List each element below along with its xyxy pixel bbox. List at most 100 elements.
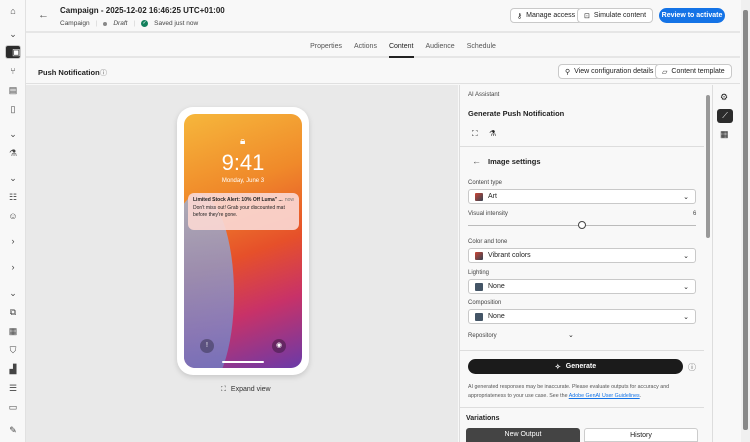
chevron-down-icon[interactable]: ⌄ [7,128,19,140]
review-to-activate-button[interactable]: Review to activate [659,8,725,23]
history-tab[interactable]: History [584,428,698,442]
image-settings-title: Image settings [488,157,541,166]
push-notification-card[interactable]: Limited Stock Alert: 10% Off Luma" ... no… [188,193,299,230]
list-icon[interactable]: ☰ [7,382,19,394]
info-icon[interactable]: ⓘ [100,68,107,78]
simulate-icon: ⊡ [584,12,590,20]
tab-actions[interactable]: Actions [354,36,377,58]
flask-icon[interactable]: ⚗ [489,129,496,138]
document-icon[interactable]: ▯ [7,103,19,115]
expand-icon: ⛶ [221,386,226,393]
content-type-select[interactable]: Art ⌄ [468,189,696,204]
phone-screen: 🔒︎ 9:41 Monday, June 3 Limited Stock Ale… [184,114,302,368]
subheader: Push Notification ⓘ ⚲ View configuration … [26,60,740,84]
back-arrow-icon[interactable]: ← [38,9,49,21]
scrollbar-thumb[interactable] [706,95,710,238]
config-icon: ⚲ [565,68,571,76]
flask-icon[interactable]: ⚗ [7,147,19,159]
page-scrollbar[interactable] [741,0,750,442]
color-tone-label: Color and tone [468,239,508,245]
panel-scrollbar[interactable] [704,85,712,442]
status-dot-icon [103,21,108,26]
notification-body: Don't miss out! Grab your discounted mat… [193,204,285,219]
key-icon: ⚷ [517,12,523,20]
section-title: Push Notification [38,68,100,77]
profile-icon[interactable]: ☺ [7,210,19,222]
magic-wand-icon: ✧ [554,363,561,371]
guidelines-link[interactable]: Adobe GenAI User Guidelines [569,393,640,399]
repository-label: Repository [468,333,497,339]
chevron-down-icon[interactable]: ⌄ [7,172,19,184]
composition-thumbnail-icon [475,312,483,321]
repository-chevron-icon[interactable]: ⌄ [568,331,574,339]
notification-title: Limited Stock Alert: 10% Off Luma" ... [193,197,283,203]
audience-icon[interactable]: ☷ [7,191,19,203]
tab-properties[interactable]: Properties [310,36,342,58]
left-nav-rail: ⌂ ⌄ ▣ ⑂ ▤ ▯ ⌄ ⚗ ⌄ ☷ ☺ › › ⌄ ⧉ ▦ ⛉ ▟ ☰ ▭ … [0,0,26,442]
color-tone-select[interactable]: Vibrant colors ⌄ [468,248,696,263]
header: ← Campaign - 2025-12-02 16:46:25 UTC+01:… [26,0,740,33]
table-icon[interactable]: ▦ [7,325,19,337]
phone-frame: 🔒︎ 9:41 Monday, June 3 Limited Stock Ale… [177,107,309,375]
disclaimer-text: AI generated responses may be inaccurate… [468,384,670,399]
generate-button[interactable]: ✧ Generate [468,359,683,374]
chart-icon[interactable]: ▟ [7,363,19,375]
help-icon[interactable]: ⓘ [688,362,696,373]
right-tool-rail: ⚙ ⟋ ▦ [712,85,740,442]
shield-icon[interactable]: ⛉ [7,344,19,356]
content-type-label: Content type [468,180,503,186]
folder-icon[interactable]: ▭ [7,401,19,413]
visual-intensity-label: Visual intensity [468,211,508,217]
chevron-down-icon[interactable]: ⌄ [7,287,19,299]
chevron-down-icon: ⌄ [683,193,689,201]
expand-view-button[interactable]: ⛶ Expand view [221,386,271,394]
home-indicator [222,361,264,363]
breadcrumb[interactable]: Campaign [60,20,90,27]
lighting-thumbnail-icon [475,282,483,291]
composition-select[interactable]: None ⌄ [468,309,696,324]
ai-assistant-panel: AI Assistant Generate Push Notification … [459,85,704,442]
panel-section-label: AI Assistant [468,92,500,98]
lock-date: Monday, June 3 [221,178,265,184]
tab-bar: Properties Actions Content Audience Sche… [26,36,740,58]
magic-wand-icon[interactable]: ⟋ [717,109,733,123]
page-title: Campaign - 2025-12-02 16:46:25 UTC+01:00 [60,6,225,15]
chevron-right-icon[interactable]: › [7,261,19,273]
tab-audience[interactable]: Audience [426,36,455,58]
content-template-button[interactable]: ▱ Content template [655,64,732,79]
chevron-down-icon: ⌄ [683,283,689,291]
tab-content[interactable]: Content [388,36,414,58]
back-arrow-icon[interactable]: ← [472,156,481,166]
lighting-select[interactable]: None ⌄ [468,279,696,294]
new-output-tab[interactable]: New Output [466,428,580,442]
image-mode-icon[interactable]: ⛶ [472,129,478,139]
pencil-icon[interactable]: ✎ [7,424,19,436]
gear-icon[interactable]: ⚙ [720,92,728,103]
journey-icon[interactable]: ⑂ [7,65,19,77]
status-badge: Draft [113,20,128,27]
campaign-icon[interactable]: ▣ [5,45,21,59]
camera-icon: ◉ [272,339,286,353]
chevron-down-icon: ⌄ [683,252,689,260]
tab-schedule[interactable]: Schedule [467,36,496,58]
variations-title: Variations [466,415,500,422]
panel-title: Generate Push Notification [468,109,565,118]
lock-time: 9:41 [221,150,265,175]
grid-settings-icon[interactable]: ▦ [720,129,729,140]
manage-access-button[interactable]: ⚷ Manage access [510,8,583,23]
lighting-label: Lighting [468,270,490,276]
view-configuration-button[interactable]: ⚲ View configuration details [558,64,661,79]
home-icon[interactable]: ⌂ [7,5,19,17]
flashlight-icon: ǃ [200,339,214,353]
simulate-content-button[interactable]: ⊡ Simulate content [577,8,654,23]
content-icon[interactable]: ▤ [7,84,19,96]
chevron-right-icon[interactable]: › [7,235,19,247]
check-icon: ✓ [141,20,149,27]
preview-canvas: 🔒︎ 9:41 Monday, June 3 Limited Stock Ale… [26,85,458,442]
chevron-down-icon[interactable]: ⌄ [7,28,19,40]
template-icon: ▱ [662,68,668,76]
page-scrollbar-thumb[interactable] [743,10,748,430]
slider-handle[interactable] [578,221,586,229]
assets-icon[interactable]: ⧉ [7,306,19,318]
color-thumbnail-icon [475,251,483,260]
